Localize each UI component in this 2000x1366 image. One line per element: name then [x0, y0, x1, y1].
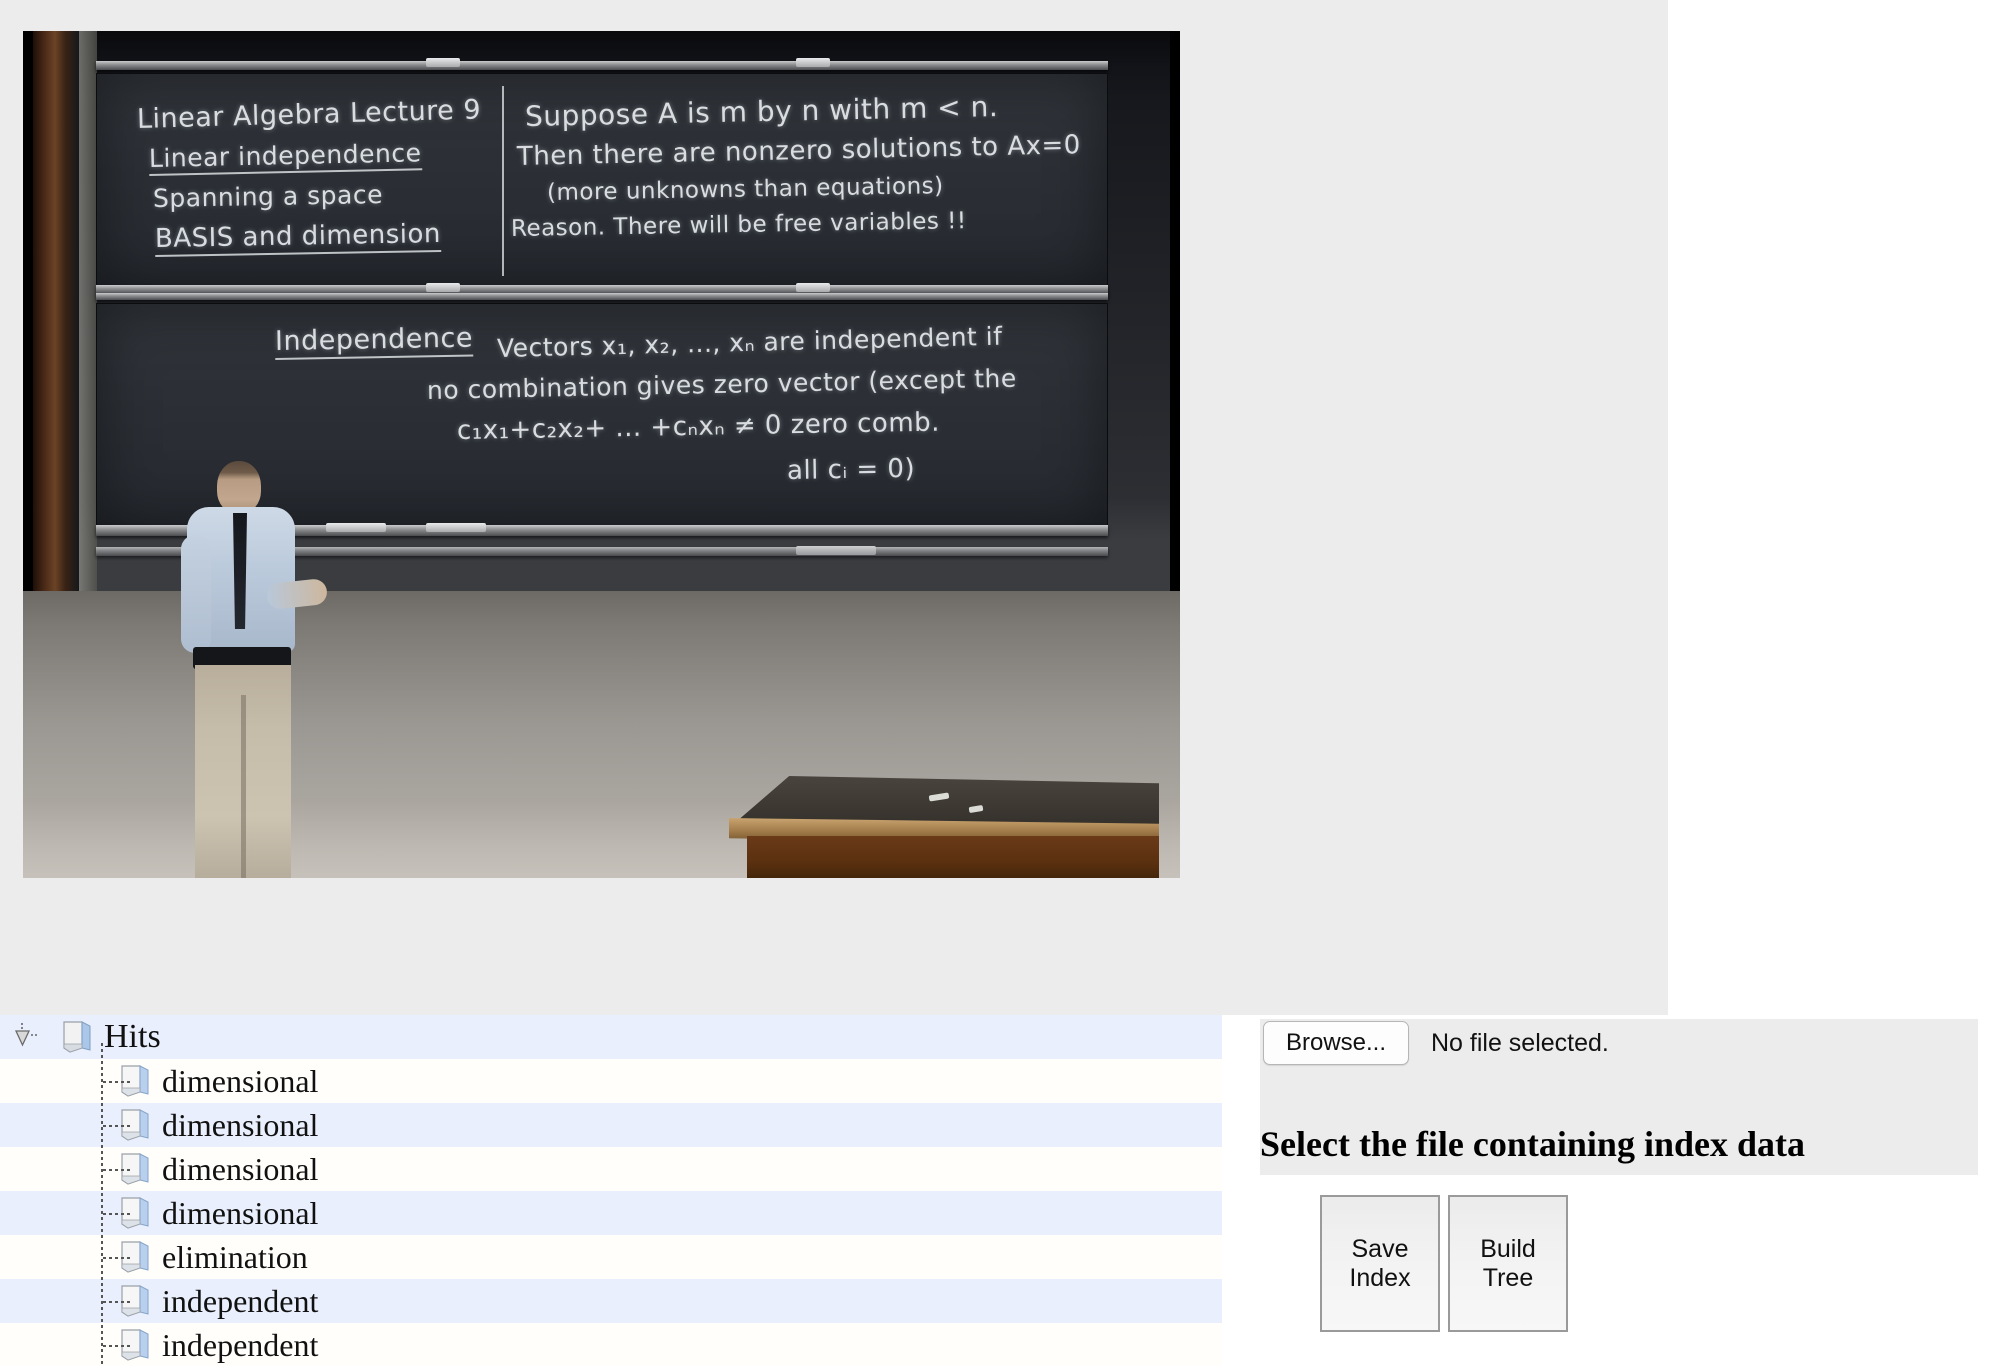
video-panel: Linear Algebra Lecture 9 Linear independ… [0, 0, 1668, 1015]
tree-connector [103, 1345, 131, 1347]
chalk-rail-mid-b [96, 293, 1108, 300]
tree-connector [103, 1081, 131, 1083]
blackboard-upper: Linear Algebra Lecture 9 Linear independ… [96, 73, 1108, 287]
save-index-button[interactable]: Save Index [1320, 1195, 1440, 1332]
lecture-video[interactable]: Linear Algebra Lecture 9 Linear independ… [23, 31, 1180, 878]
desk-body [747, 836, 1159, 878]
rail-clip [326, 523, 386, 532]
page-root: Linear Algebra Lecture 9 Linear independ… [0, 0, 2000, 1366]
form-heading: Select the file containing index data [1260, 1124, 1805, 1164]
chalk-heading-independence: Independence [274, 322, 474, 360]
chalk-line-allc: all cᵢ = 0) [786, 453, 916, 486]
rail-clip [796, 546, 876, 555]
rail-clip [426, 523, 486, 532]
chalk-line-nocomb: no combination gives zero vector (except… [426, 363, 1017, 405]
form-actions: Save Index Build Tree [1320, 1195, 1568, 1332]
build-tree-button[interactable]: Build Tree [1448, 1195, 1568, 1332]
chalk-line-equation: c₁x₁+c₂x₂+ ... +cₙxₙ ≠ 0 zero comb. [456, 407, 941, 446]
lecture-desk [729, 776, 1159, 878]
collapse-arrow-icon[interactable] [14, 1022, 44, 1052]
chalk-rail-top [96, 58, 1108, 70]
tree-item-label: independent [162, 1283, 319, 1319]
tree-item-label: dimensional [162, 1195, 319, 1231]
chalk-piece [968, 804, 984, 814]
chalk-line-unknowns: (more unknowns than equations) [546, 173, 944, 206]
tree-row[interactable]: dimensional [0, 1147, 1222, 1191]
chalk-line-title: Linear Algebra Lecture 9 [136, 94, 482, 135]
tree-row[interactable]: dimensional [0, 1191, 1222, 1235]
tree-row[interactable]: independent [0, 1323, 1222, 1366]
tree-item-label: dimensional [162, 1151, 319, 1187]
chalk-line-vectors: Vectors x₁, x₂, ..., xₙ are independent … [496, 321, 1003, 363]
tree-item-label: dimensional [162, 1107, 319, 1143]
tree-connector [103, 1169, 131, 1171]
tree-root-label: Hits [104, 1018, 161, 1055]
hits-tree[interactable]: Hits dimensional dimensional dimensional… [0, 1015, 1260, 1366]
chalk-line-spanning: Spanning a space [152, 179, 384, 213]
file-input-row[interactable]: Browse... No file selected. [1263, 1021, 1609, 1065]
rail-clip [796, 58, 830, 67]
tree-connector [103, 1213, 131, 1215]
index-form-panel: Browse... No file selected. Select the f… [1260, 1015, 2000, 1366]
build-tree-line2: Tree [1482, 1263, 1534, 1292]
lecturer-tie [233, 513, 247, 629]
tree-row[interactable]: dimensional [0, 1059, 1222, 1103]
build-tree-line1: Build [1480, 1234, 1536, 1263]
lecturer-head [217, 461, 261, 513]
tree-item-label: elimination [162, 1239, 308, 1275]
chalk-line-nonzero: Then there are nonzero solutions to Ax=0 [516, 130, 1082, 172]
tree-item-label: dimensional [162, 1063, 319, 1099]
chalk-line-reason: Reason. There will be free variables !! [510, 208, 967, 242]
tree-row-root[interactable]: Hits [0, 1015, 1222, 1059]
browse-button[interactable]: Browse... [1263, 1021, 1409, 1065]
tree-row[interactable]: elimination [0, 1235, 1222, 1279]
rail-clip [796, 283, 830, 292]
rail-clip [426, 58, 460, 67]
chalk-piece [928, 792, 950, 802]
file-status-label: No file selected. [1431, 1028, 1609, 1057]
save-index-line1: Save [1351, 1234, 1409, 1263]
chalk-line-independence: Linear independence [148, 138, 422, 176]
rail-clip [426, 283, 460, 292]
lecturer-figure [181, 461, 329, 878]
board-divider [502, 86, 504, 276]
lecturer-pants [195, 665, 291, 878]
folder-icon [60, 1018, 94, 1056]
chalk-line-suppose: Suppose A is m by n with m < n. [524, 90, 999, 133]
tree-row[interactable]: independent [0, 1279, 1222, 1323]
tree-row[interactable]: dimensional [0, 1103, 1222, 1147]
tree-connector [103, 1301, 131, 1303]
tree-connector [103, 1125, 131, 1127]
tree-guide-line [101, 1043, 103, 1366]
tree-connector [103, 1257, 131, 1259]
save-index-line2: Index [1349, 1263, 1411, 1292]
tree-item-label: independent [162, 1327, 319, 1363]
chalk-line-basis: BASIS and dimension [154, 219, 442, 257]
